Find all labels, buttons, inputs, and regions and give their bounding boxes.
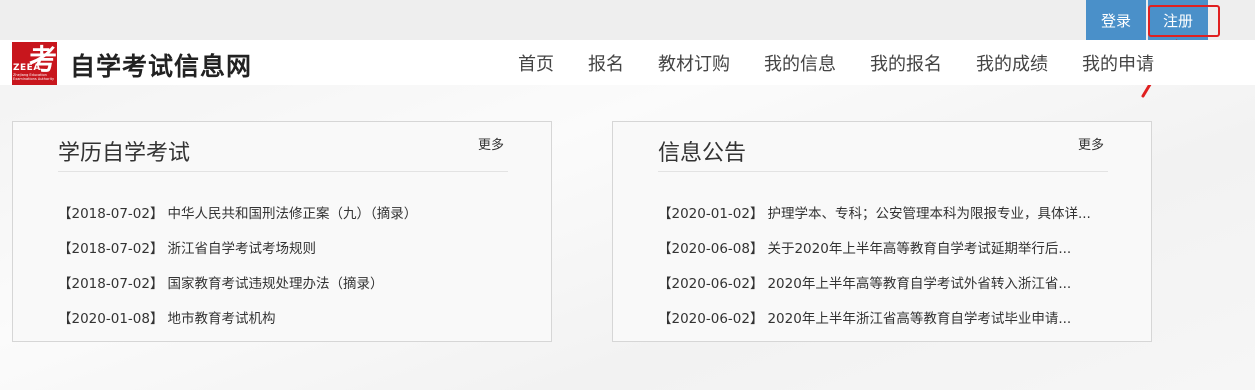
item-title: 中华人民共和国刑法修正案（九）（摘录） bbox=[167, 206, 418, 222]
item-date: 【2018-07-02】 bbox=[58, 276, 164, 292]
panel-title: 信息公告 bbox=[658, 141, 747, 166]
list-item[interactable]: 【2018-07-02】 中华人民共和国刑法修正案（九）（摘录） bbox=[58, 202, 417, 222]
list-item[interactable]: 【2020-06-02】 2020年上半年浙江省高等教育自学考试毕业申请... bbox=[658, 307, 1071, 327]
item-date: 【2020-01-08】 bbox=[58, 311, 164, 327]
list-item[interactable]: 【2020-01-02】 护理学本、专科；公安管理本科为限报专业，具体详... bbox=[658, 202, 1091, 222]
panel-divider bbox=[658, 171, 1108, 172]
item-date: 【2018-07-02】 bbox=[58, 241, 164, 257]
nav-item-my-info[interactable]: 我的信息 bbox=[764, 50, 836, 76]
nav-item-textbook-order[interactable]: 教材订购 bbox=[658, 50, 730, 76]
item-title: 浙江省自学考试考场规则 bbox=[167, 241, 316, 257]
nav-item-home[interactable]: 首页 bbox=[518, 50, 554, 76]
nav-item-my-scores[interactable]: 我的成绩 bbox=[976, 50, 1048, 76]
site-title: 自学考试信息网 bbox=[70, 52, 253, 81]
login-button[interactable]: 登录 bbox=[1086, 0, 1146, 40]
item-title: 2020年上半年浙江省高等教育自学考试毕业申请... bbox=[767, 311, 1072, 327]
logo[interactable]: 考 ZEEA Zhejiang Education Examinations A… bbox=[12, 42, 57, 85]
nav-item-register[interactable]: 报名 bbox=[588, 50, 624, 76]
item-title: 关于2020年上半年高等教育自学考试延期举行后... bbox=[767, 241, 1072, 257]
list-item[interactable]: 【2020-06-08】 关于2020年上半年高等教育自学考试延期举行后... bbox=[658, 237, 1071, 257]
item-date: 【2020-06-02】 bbox=[658, 276, 764, 292]
list-item[interactable]: 【2018-07-02】 国家教育考试违规处理办法（摘录） bbox=[58, 272, 383, 292]
top-bar bbox=[0, 0, 1255, 40]
item-title: 2020年上半年高等教育自学考试外省转入浙江省... bbox=[767, 276, 1072, 292]
panel-divider bbox=[58, 171, 508, 172]
self-study-exam-panel: 学历自学考试 更多 【2018-07-02】 中华人民共和国刑法修正案（九）（摘录… bbox=[12, 121, 552, 342]
nav-item-my-applications[interactable]: 我的申请 bbox=[1082, 50, 1154, 76]
list-item[interactable]: 【2020-01-08】 地市教育考试机构 bbox=[58, 307, 275, 327]
logo-abbr: ZEEA bbox=[13, 63, 41, 73]
list-item[interactable]: 【2020-06-02】 2020年上半年高等教育自学考试外省转入浙江省... bbox=[658, 272, 1071, 292]
list-item[interactable]: 【2018-07-02】 浙江省自学考试考场规则 bbox=[58, 237, 316, 257]
item-date: 【2020-06-02】 bbox=[658, 311, 764, 327]
item-date: 【2020-06-08】 bbox=[658, 241, 764, 257]
item-title: 国家教育考试违规处理办法（摘录） bbox=[167, 276, 384, 292]
nav-item-my-registration[interactable]: 我的报名 bbox=[870, 50, 942, 76]
announcements-panel: 信息公告 更多 【2020-01-02】 护理学本、专科；公安管理本科为限报专业，… bbox=[612, 121, 1152, 342]
item-date: 【2018-07-02】 bbox=[58, 206, 164, 222]
panel-title: 学历自学考试 bbox=[58, 141, 191, 166]
item-date: 【2020-01-02】 bbox=[658, 206, 764, 222]
more-link[interactable]: 更多 bbox=[478, 134, 504, 153]
item-title: 护理学本、专科；公安管理本科为限报专业，具体详... bbox=[767, 206, 1091, 222]
item-title: 地市教育考试机构 bbox=[167, 311, 276, 327]
logo-subtitle: Zhejiang Education Examinations Authorit… bbox=[13, 73, 55, 81]
more-link[interactable]: 更多 bbox=[1078, 134, 1104, 153]
register-button[interactable]: 注册 bbox=[1148, 0, 1208, 40]
